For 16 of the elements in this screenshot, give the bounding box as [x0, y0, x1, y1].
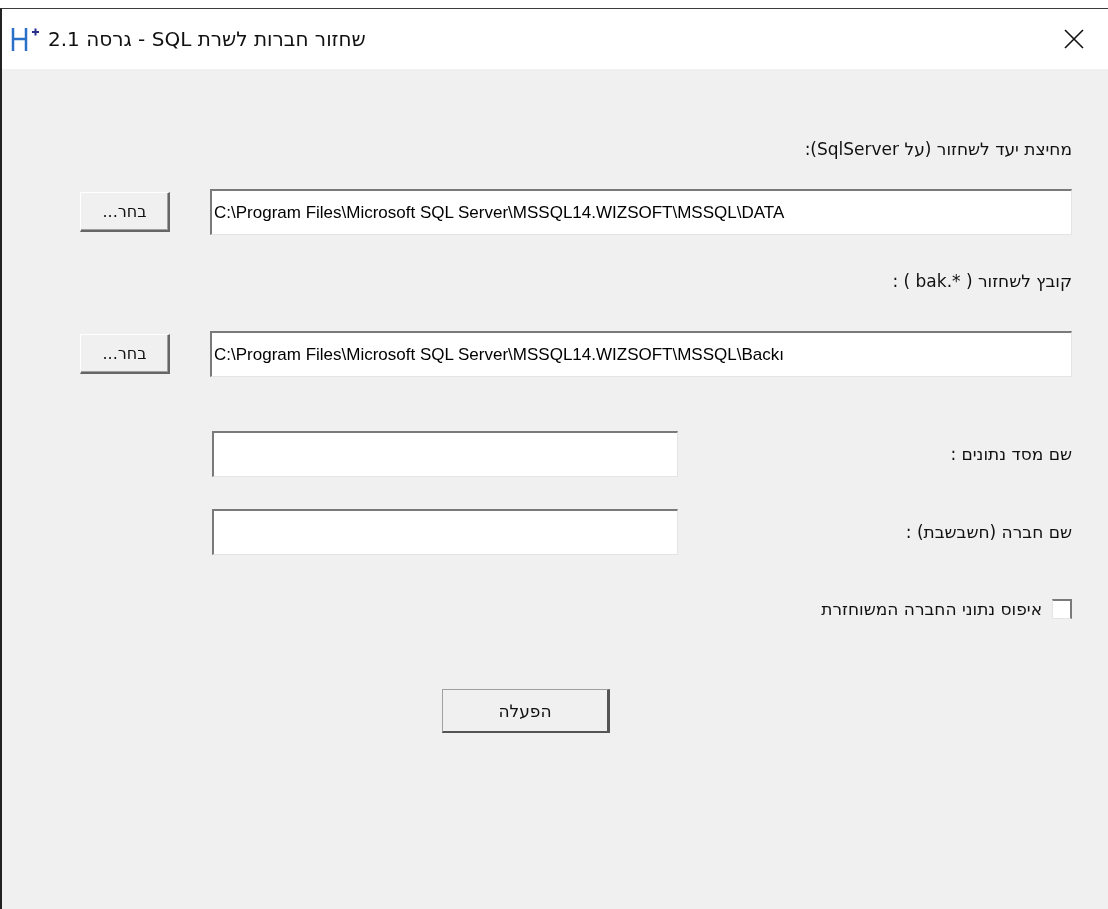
run-button[interactable]: הפעלה	[442, 689, 610, 733]
database-name-field[interactable]	[212, 431, 678, 477]
app-logo-icon	[10, 25, 40, 53]
close-icon	[1064, 29, 1084, 49]
checkbox[interactable]	[1052, 599, 1072, 619]
window-title: שחזור חברות לשרת SQL - גרסה 2.1	[48, 27, 366, 51]
browse-button[interactable]: בחר...	[80, 192, 170, 232]
field-label: שם מסד נתונים :	[950, 444, 1072, 464]
company-name-field[interactable]	[212, 509, 678, 555]
folder-path-field[interactable]: C:\Program Files\Microsoft SQL Server\MSSQL14.WIZSOFT\MSSQL\DATA	[210, 189, 1072, 235]
field-label: שם חברה (חשבשבת) :	[905, 522, 1072, 542]
checkbox-label: איפוס נתוני החברה המשוחזרת	[821, 599, 1042, 619]
backup-file-field[interactable]: C:\Program Files\Microsoft SQL Server\MSSQL14.WIZSOFT\MSSQL\Backı	[210, 331, 1072, 377]
field-label: קובץ לשחזור ( *.bak ) :	[892, 271, 1072, 291]
field-label: מחיצת יעד לשחזור (על SqlServer):	[804, 139, 1072, 159]
browse-button[interactable]: בחר...	[80, 334, 170, 374]
